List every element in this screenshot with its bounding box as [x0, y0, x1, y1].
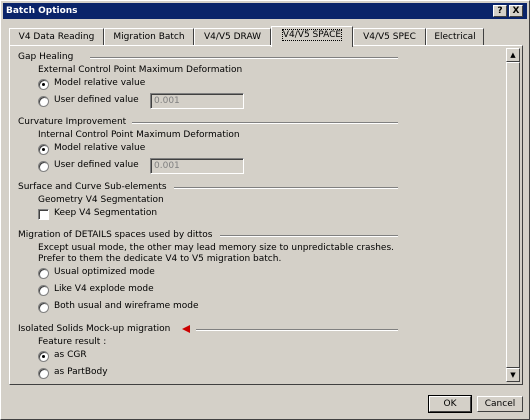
gap-user-defined-label[interactable]: User defined value	[54, 95, 139, 105]
as-cgr-label[interactable]: as CGR	[54, 350, 87, 360]
tab-electrical[interactable]: Electrical	[426, 28, 484, 46]
cancel-button[interactable]: Cancel	[477, 396, 523, 412]
surface-title: Surface and Curve Sub-elements	[18, 182, 167, 192]
like-v4-explode-radio[interactable]	[38, 285, 49, 296]
tab-v4-data-reading[interactable]: V4 Data Reading	[9, 28, 104, 46]
separator	[90, 57, 398, 59]
separator	[132, 122, 398, 124]
separator	[174, 187, 398, 189]
curv-value-field[interactable]: 0.001	[150, 158, 244, 174]
tab-v4v5-spec[interactable]: V4/V5 SPEC	[353, 28, 426, 46]
gap-user-defined-radio[interactable]	[38, 96, 49, 107]
as-partbody-label[interactable]: as PartBody	[54, 367, 108, 377]
curvature-title: Curvature Improvement	[18, 117, 127, 127]
ok-button[interactable]: OK	[428, 395, 472, 413]
tab-label: Migration Batch	[113, 32, 185, 42]
isolated-title: Isolated Solids Mock-up migration	[18, 324, 171, 334]
details-title: Migration of DETAILS spaces used by ditt…	[18, 230, 213, 240]
isolated-subtitle: Feature result :	[38, 337, 107, 347]
like-v4-explode-label[interactable]: Like V4 explode mode	[54, 284, 154, 294]
gap-healing-title: Gap Healing	[18, 52, 74, 62]
scroll-content: Gap Healing External Control Point Maxim…	[12, 48, 504, 382]
separator	[196, 329, 398, 331]
gap-model-relative-label[interactable]: Model relative value	[54, 78, 145, 88]
as-partbody-radio[interactable]	[38, 368, 49, 379]
gap-healing-subtitle: External Control Point Maximum Deformati…	[38, 65, 243, 75]
keep-v4-segmentation-label[interactable]: Keep V4 Segmentation	[54, 208, 157, 218]
tab-migration-batch[interactable]: Migration Batch	[104, 28, 194, 46]
scroll-down-icon[interactable]: ▼	[506, 368, 520, 382]
both-usual-wireframe-radio[interactable]	[38, 302, 49, 313]
separator	[220, 235, 398, 237]
curv-model-relative-radio[interactable]	[38, 144, 49, 155]
title-bar[interactable]: Batch Options ? X	[3, 3, 527, 19]
tab-panel: Gap Healing External Control Point Maxim…	[9, 45, 523, 385]
window-title: Batch Options	[6, 6, 78, 16]
details-warning-line2: Prefer to them the dedicate V4 to V5 mig…	[38, 254, 282, 264]
both-usual-wireframe-label[interactable]: Both usual and wireframe mode	[54, 301, 199, 311]
help-button[interactable]: ?	[493, 5, 507, 17]
tab-label: V4/V5 SPEC	[363, 32, 416, 42]
tab-v4v5-draw[interactable]: V4/V5 DRAW	[194, 28, 271, 46]
tab-label: Electrical	[434, 32, 476, 42]
as-cgr-radio[interactable]	[38, 351, 49, 362]
curv-user-defined-radio[interactable]	[38, 161, 49, 172]
curv-model-relative-label[interactable]: Model relative value	[54, 143, 145, 153]
gap-model-relative-radio[interactable]	[38, 79, 49, 90]
usual-optimized-radio[interactable]	[38, 268, 49, 279]
close-button[interactable]: X	[509, 5, 523, 17]
usual-optimized-label[interactable]: Usual optimized mode	[54, 267, 155, 277]
red-arrow-marker-icon	[182, 325, 190, 333]
tab-label: V4/V5 SPACE	[281, 29, 343, 41]
tab-label: V4 Data Reading	[18, 32, 95, 42]
details-warning-line1: Except usual mode, the other may lead me…	[38, 243, 395, 253]
tab-v4v5-space[interactable]: V4/V5 SPACE	[271, 26, 353, 47]
vertical-scrollbar[interactable]: ▲ ▼	[506, 48, 520, 382]
scroll-thumb[interactable]	[506, 62, 520, 368]
batch-options-dialog: Batch Options ? X V4 Data Reading Migrat…	[0, 0, 530, 420]
keep-v4-segmentation-checkbox[interactable]	[38, 209, 49, 220]
scroll-up-icon[interactable]: ▲	[506, 48, 520, 62]
tab-label: V4/V5 DRAW	[203, 32, 262, 42]
curv-user-defined-label[interactable]: User defined value	[54, 160, 139, 170]
curvature-subtitle: Internal Control Point Maximum Deformati…	[38, 130, 240, 140]
surface-subtitle: Geometry V4 Segmentation	[38, 195, 164, 205]
gap-value-field[interactable]: 0.001	[150, 93, 244, 109]
